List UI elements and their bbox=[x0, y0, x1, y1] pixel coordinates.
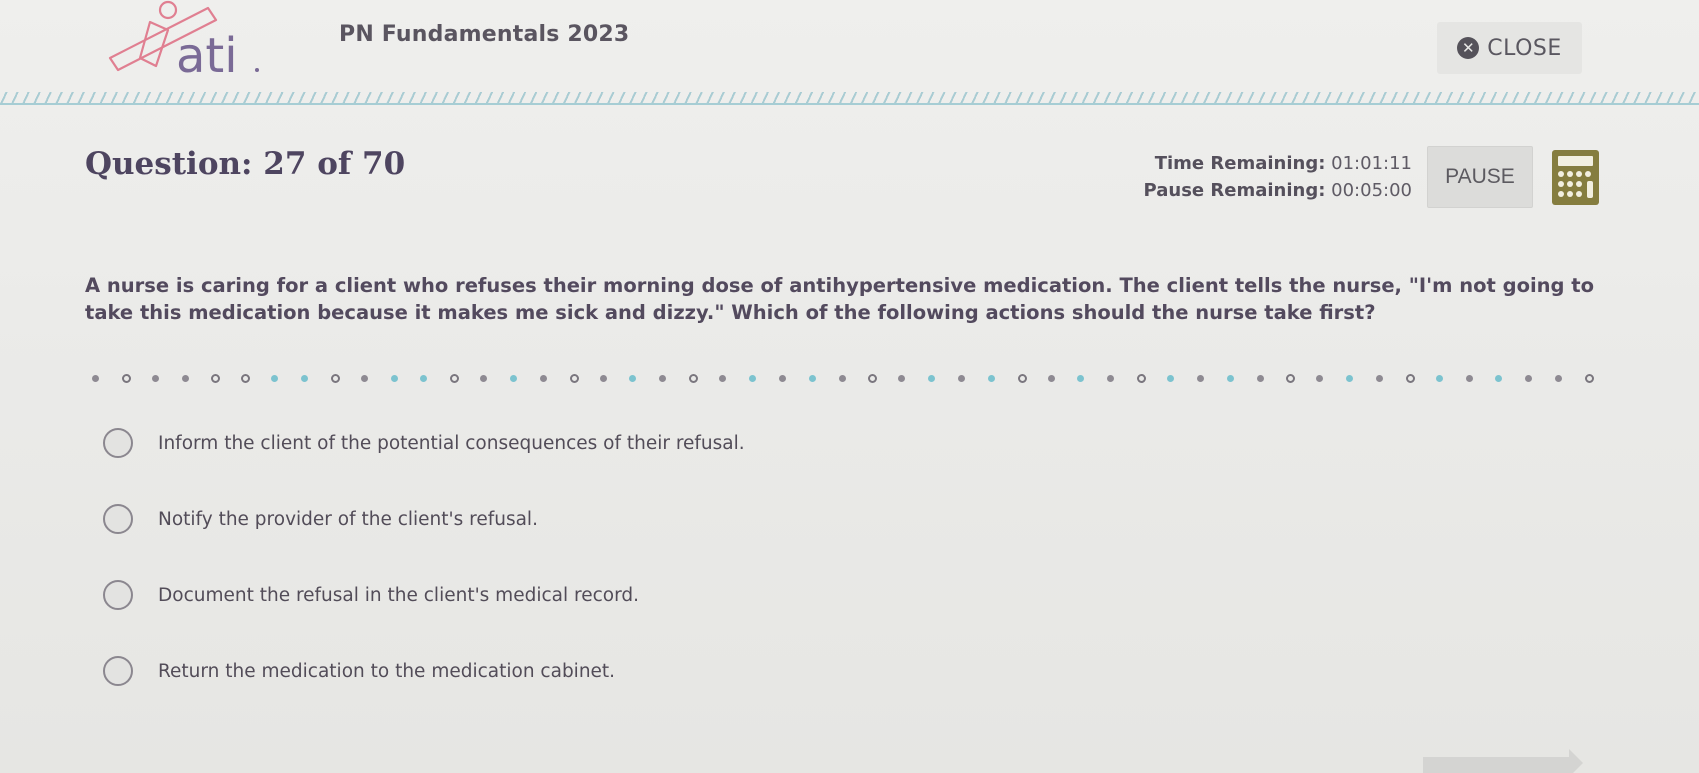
question-stem: A nurse is caring for a client who refus… bbox=[85, 274, 1595, 324]
divider-dot-gray bbox=[151, 375, 159, 382]
divider-dot-teal bbox=[629, 375, 637, 382]
divider-ring bbox=[330, 374, 340, 383]
divider-dot-gray bbox=[181, 375, 189, 382]
divider-dot-teal bbox=[390, 375, 398, 382]
divider-ring bbox=[1137, 374, 1147, 383]
divider-dot-gray bbox=[1316, 375, 1324, 382]
answer-option-label: Document the refusal in the client's med… bbox=[158, 584, 639, 606]
divider-ring bbox=[1286, 374, 1296, 383]
divider-dot-teal bbox=[1435, 375, 1443, 382]
pause-remaining-value: 00:05:00 bbox=[1331, 180, 1412, 201]
divider-dot-gray bbox=[92, 375, 99, 382]
divider-ring bbox=[868, 374, 878, 383]
divider-dot-teal bbox=[271, 375, 279, 382]
close-icon: ✕ bbox=[1457, 37, 1480, 59]
divider-dot-gray bbox=[1465, 375, 1473, 382]
divider-ring bbox=[689, 374, 699, 383]
divider-dot-teal bbox=[510, 375, 518, 382]
radio-button[interactable] bbox=[103, 656, 133, 686]
divider-dot-teal bbox=[748, 375, 756, 382]
divider-dot-gray bbox=[719, 375, 727, 382]
dotted-divider bbox=[92, 373, 1594, 387]
close-button[interactable]: ✕ CLOSE bbox=[1437, 22, 1582, 74]
divider-dot-gray bbox=[480, 375, 488, 382]
divider-dot-gray bbox=[599, 375, 607, 382]
answer-option-4[interactable]: Return the medication to the medication … bbox=[103, 656, 615, 686]
calculator-icon[interactable] bbox=[1552, 150, 1599, 205]
question-number: Question: 27 of 70 bbox=[85, 146, 406, 182]
header-divider-line bbox=[0, 103, 1699, 105]
time-remaining: Time Remaining: 01:01:11 bbox=[1140, 150, 1412, 177]
pause-remaining-label: Pause Remaining: bbox=[1143, 180, 1326, 201]
divider-dot-teal bbox=[987, 375, 995, 382]
ati-logo: ati bbox=[108, 0, 263, 84]
answer-option-label: Notify the provider of the client's refu… bbox=[158, 508, 538, 530]
divider-dot-gray bbox=[1107, 375, 1115, 382]
answer-option-label: Inform the client of the potential conse… bbox=[158, 432, 745, 454]
divider-dot-gray bbox=[957, 375, 965, 382]
divider-dot-gray bbox=[659, 375, 667, 382]
app-title: PN Fundamentals 2023 bbox=[339, 22, 630, 47]
divider-ring bbox=[1585, 374, 1594, 383]
divider-ring bbox=[1405, 374, 1415, 383]
ati-logo-text: ati bbox=[176, 28, 238, 80]
divider-dot-gray bbox=[838, 375, 846, 382]
divider-ring bbox=[1017, 374, 1027, 383]
divider-dot-gray bbox=[778, 375, 786, 382]
divider-dot-gray bbox=[1375, 375, 1383, 382]
divider-dot-gray bbox=[1525, 375, 1533, 382]
divider-dot-gray bbox=[1256, 375, 1264, 382]
radio-button[interactable] bbox=[103, 428, 133, 458]
answer-option-2[interactable]: Notify the provider of the client's refu… bbox=[103, 504, 538, 534]
divider-dot-gray bbox=[1047, 375, 1055, 382]
divider-dot-gray bbox=[360, 375, 368, 382]
close-label: CLOSE bbox=[1487, 35, 1562, 61]
divider-dot-teal bbox=[420, 375, 428, 382]
next-button[interactable] bbox=[1423, 749, 1583, 773]
timers: Time Remaining: 01:01:11 Pause Remaining… bbox=[1140, 150, 1412, 204]
divider-ring bbox=[121, 374, 131, 383]
time-remaining-value: 01:01:11 bbox=[1331, 153, 1412, 174]
divider-dot-teal bbox=[301, 375, 309, 382]
divider-dot-teal bbox=[1077, 375, 1085, 382]
divider-dot-teal bbox=[928, 375, 936, 382]
radio-button[interactable] bbox=[103, 580, 133, 610]
divider-dot-teal bbox=[1226, 375, 1234, 382]
divider-dot-gray bbox=[1196, 375, 1204, 382]
answer-option-3[interactable]: Document the refusal in the client's med… bbox=[103, 580, 639, 610]
divider-dot-teal bbox=[808, 375, 816, 382]
pause-remaining: Pause Remaining: 00:05:00 bbox=[1140, 177, 1412, 204]
answer-option-label: Return the medication to the medication … bbox=[158, 660, 616, 682]
time-remaining-label: Time Remaining: bbox=[1154, 153, 1326, 174]
divider-ring bbox=[450, 374, 460, 383]
divider-dot-gray bbox=[898, 375, 906, 382]
divider-dot-teal bbox=[1166, 375, 1174, 382]
pause-button[interactable]: PAUSE bbox=[1427, 146, 1533, 208]
divider-ring bbox=[211, 374, 221, 383]
divider-dot-teal bbox=[1495, 375, 1503, 382]
divider-dot-gray bbox=[539, 375, 547, 382]
divider-ring bbox=[569, 374, 579, 383]
radio-button[interactable] bbox=[103, 504, 133, 534]
divider-dot-teal bbox=[1346, 375, 1354, 382]
divider-dot-gray bbox=[1555, 375, 1563, 382]
divider-ring bbox=[241, 374, 251, 383]
answer-option-1[interactable]: Inform the client of the potential conse… bbox=[103, 428, 745, 458]
